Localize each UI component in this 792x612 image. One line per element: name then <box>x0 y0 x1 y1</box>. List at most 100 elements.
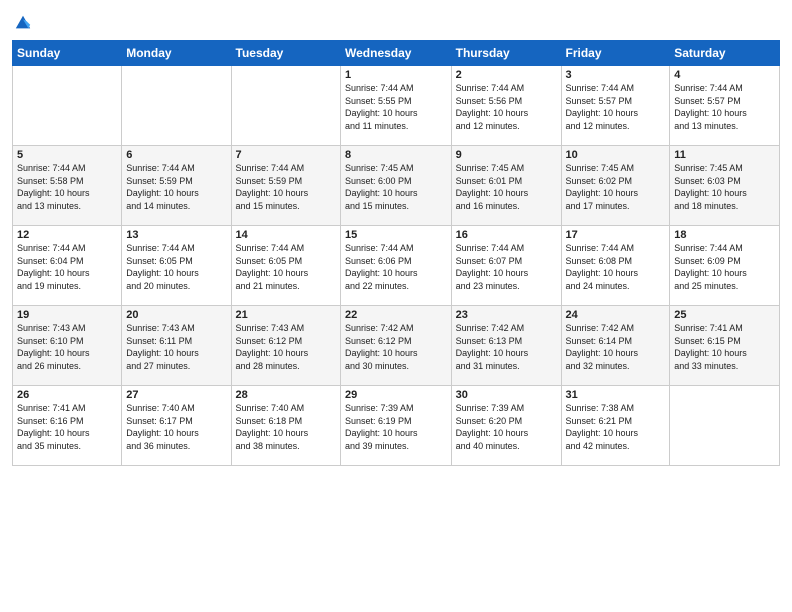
day-info: Sunrise: 7:45 AM Sunset: 6:03 PM Dayligh… <box>674 162 775 212</box>
day-info: Sunrise: 7:44 AM Sunset: 5:56 PM Dayligh… <box>456 82 557 132</box>
day-number: 6 <box>126 149 226 161</box>
calendar-cell: 7Sunrise: 7:44 AM Sunset: 5:59 PM Daylig… <box>231 146 340 226</box>
day-number: 29 <box>345 389 447 401</box>
calendar-cell: 31Sunrise: 7:38 AM Sunset: 6:21 PM Dayli… <box>561 386 670 466</box>
day-number: 5 <box>17 149 117 161</box>
calendar-week-row: 26Sunrise: 7:41 AM Sunset: 6:16 PM Dayli… <box>13 386 780 466</box>
calendar-cell: 30Sunrise: 7:39 AM Sunset: 6:20 PM Dayli… <box>451 386 561 466</box>
day-info: Sunrise: 7:44 AM Sunset: 6:04 PM Dayligh… <box>17 242 117 292</box>
day-number: 3 <box>566 69 666 81</box>
calendar-cell: 9Sunrise: 7:45 AM Sunset: 6:01 PM Daylig… <box>451 146 561 226</box>
weekday-header-wednesday: Wednesday <box>341 41 452 66</box>
day-number: 28 <box>236 389 336 401</box>
day-number: 2 <box>456 69 557 81</box>
day-number: 20 <box>126 309 226 321</box>
calendar-cell: 12Sunrise: 7:44 AM Sunset: 6:04 PM Dayli… <box>13 226 122 306</box>
calendar-cell: 19Sunrise: 7:43 AM Sunset: 6:10 PM Dayli… <box>13 306 122 386</box>
day-info: Sunrise: 7:43 AM Sunset: 6:10 PM Dayligh… <box>17 322 117 372</box>
calendar-week-row: 1Sunrise: 7:44 AM Sunset: 5:55 PM Daylig… <box>13 66 780 146</box>
day-number: 16 <box>456 229 557 241</box>
logo-icon <box>14 14 32 32</box>
calendar-cell: 15Sunrise: 7:44 AM Sunset: 6:06 PM Dayli… <box>341 226 452 306</box>
day-info: Sunrise: 7:44 AM Sunset: 6:07 PM Dayligh… <box>456 242 557 292</box>
calendar-cell: 8Sunrise: 7:45 AM Sunset: 6:00 PM Daylig… <box>341 146 452 226</box>
day-number: 17 <box>566 229 666 241</box>
day-info: Sunrise: 7:41 AM Sunset: 6:16 PM Dayligh… <box>17 402 117 452</box>
day-info: Sunrise: 7:43 AM Sunset: 6:11 PM Dayligh… <box>126 322 226 372</box>
calendar-cell <box>122 66 231 146</box>
day-number: 18 <box>674 229 775 241</box>
calendar-cell: 16Sunrise: 7:44 AM Sunset: 6:07 PM Dayli… <box>451 226 561 306</box>
calendar-cell: 4Sunrise: 7:44 AM Sunset: 5:57 PM Daylig… <box>670 66 780 146</box>
day-info: Sunrise: 7:44 AM Sunset: 6:08 PM Dayligh… <box>566 242 666 292</box>
day-info: Sunrise: 7:45 AM Sunset: 6:01 PM Dayligh… <box>456 162 557 212</box>
calendar-week-row: 5Sunrise: 7:44 AM Sunset: 5:58 PM Daylig… <box>13 146 780 226</box>
weekday-header-sunday: Sunday <box>13 41 122 66</box>
calendar-cell: 1Sunrise: 7:44 AM Sunset: 5:55 PM Daylig… <box>341 66 452 146</box>
calendar-cell: 24Sunrise: 7:42 AM Sunset: 6:14 PM Dayli… <box>561 306 670 386</box>
calendar-cell: 18Sunrise: 7:44 AM Sunset: 6:09 PM Dayli… <box>670 226 780 306</box>
day-number: 26 <box>17 389 117 401</box>
calendar-cell: 10Sunrise: 7:45 AM Sunset: 6:02 PM Dayli… <box>561 146 670 226</box>
day-number: 22 <box>345 309 447 321</box>
calendar-cell: 5Sunrise: 7:44 AM Sunset: 5:58 PM Daylig… <box>13 146 122 226</box>
weekday-header-tuesday: Tuesday <box>231 41 340 66</box>
day-number: 23 <box>456 309 557 321</box>
calendar-cell <box>231 66 340 146</box>
calendar-cell <box>13 66 122 146</box>
calendar-cell: 11Sunrise: 7:45 AM Sunset: 6:03 PM Dayli… <box>670 146 780 226</box>
day-info: Sunrise: 7:39 AM Sunset: 6:19 PM Dayligh… <box>345 402 447 452</box>
calendar-week-row: 12Sunrise: 7:44 AM Sunset: 6:04 PM Dayli… <box>13 226 780 306</box>
day-info: Sunrise: 7:41 AM Sunset: 6:15 PM Dayligh… <box>674 322 775 372</box>
weekday-header-saturday: Saturday <box>670 41 780 66</box>
day-info: Sunrise: 7:45 AM Sunset: 6:00 PM Dayligh… <box>345 162 447 212</box>
calendar-cell: 14Sunrise: 7:44 AM Sunset: 6:05 PM Dayli… <box>231 226 340 306</box>
calendar-cell: 6Sunrise: 7:44 AM Sunset: 5:59 PM Daylig… <box>122 146 231 226</box>
calendar-cell: 17Sunrise: 7:44 AM Sunset: 6:08 PM Dayli… <box>561 226 670 306</box>
day-info: Sunrise: 7:40 AM Sunset: 6:17 PM Dayligh… <box>126 402 226 452</box>
logo <box>12 14 32 32</box>
day-number: 25 <box>674 309 775 321</box>
weekday-header-thursday: Thursday <box>451 41 561 66</box>
calendar-cell: 26Sunrise: 7:41 AM Sunset: 6:16 PM Dayli… <box>13 386 122 466</box>
weekday-header-monday: Monday <box>122 41 231 66</box>
day-number: 8 <box>345 149 447 161</box>
calendar-cell: 27Sunrise: 7:40 AM Sunset: 6:17 PM Dayli… <box>122 386 231 466</box>
day-info: Sunrise: 7:44 AM Sunset: 5:58 PM Dayligh… <box>17 162 117 212</box>
day-number: 7 <box>236 149 336 161</box>
day-info: Sunrise: 7:44 AM Sunset: 6:05 PM Dayligh… <box>236 242 336 292</box>
day-info: Sunrise: 7:44 AM Sunset: 5:59 PM Dayligh… <box>236 162 336 212</box>
day-number: 21 <box>236 309 336 321</box>
weekday-header-friday: Friday <box>561 41 670 66</box>
day-number: 30 <box>456 389 557 401</box>
day-number: 14 <box>236 229 336 241</box>
calendar-cell: 28Sunrise: 7:40 AM Sunset: 6:18 PM Dayli… <box>231 386 340 466</box>
day-number: 13 <box>126 229 226 241</box>
day-number: 1 <box>345 69 447 81</box>
calendar-cell: 23Sunrise: 7:42 AM Sunset: 6:13 PM Dayli… <box>451 306 561 386</box>
day-number: 27 <box>126 389 226 401</box>
calendar-week-row: 19Sunrise: 7:43 AM Sunset: 6:10 PM Dayli… <box>13 306 780 386</box>
calendar-cell: 3Sunrise: 7:44 AM Sunset: 5:57 PM Daylig… <box>561 66 670 146</box>
day-number: 12 <box>17 229 117 241</box>
calendar-cell: 25Sunrise: 7:41 AM Sunset: 6:15 PM Dayli… <box>670 306 780 386</box>
day-info: Sunrise: 7:44 AM Sunset: 5:57 PM Dayligh… <box>674 82 775 132</box>
day-number: 24 <box>566 309 666 321</box>
day-number: 19 <box>17 309 117 321</box>
calendar-cell: 13Sunrise: 7:44 AM Sunset: 6:05 PM Dayli… <box>122 226 231 306</box>
day-info: Sunrise: 7:44 AM Sunset: 6:06 PM Dayligh… <box>345 242 447 292</box>
page-container: SundayMondayTuesdayWednesdayThursdayFrid… <box>0 0 792 472</box>
day-info: Sunrise: 7:42 AM Sunset: 6:13 PM Dayligh… <box>456 322 557 372</box>
day-number: 10 <box>566 149 666 161</box>
day-info: Sunrise: 7:44 AM Sunset: 6:09 PM Dayligh… <box>674 242 775 292</box>
calendar-cell <box>670 386 780 466</box>
day-number: 31 <box>566 389 666 401</box>
calendar-cell: 21Sunrise: 7:43 AM Sunset: 6:12 PM Dayli… <box>231 306 340 386</box>
calendar-cell: 22Sunrise: 7:42 AM Sunset: 6:12 PM Dayli… <box>341 306 452 386</box>
calendar-cell: 20Sunrise: 7:43 AM Sunset: 6:11 PM Dayli… <box>122 306 231 386</box>
calendar-cell: 2Sunrise: 7:44 AM Sunset: 5:56 PM Daylig… <box>451 66 561 146</box>
day-number: 11 <box>674 149 775 161</box>
day-info: Sunrise: 7:44 AM Sunset: 5:55 PM Dayligh… <box>345 82 447 132</box>
day-info: Sunrise: 7:44 AM Sunset: 6:05 PM Dayligh… <box>126 242 226 292</box>
day-info: Sunrise: 7:44 AM Sunset: 5:57 PM Dayligh… <box>566 82 666 132</box>
